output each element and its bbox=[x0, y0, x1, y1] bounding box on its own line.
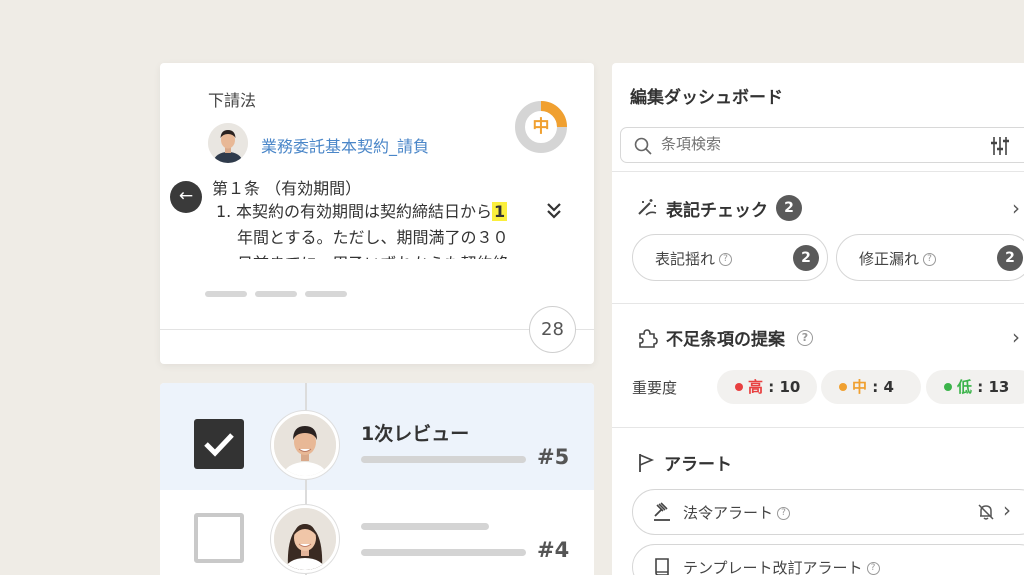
magic-wand-icon bbox=[638, 199, 657, 216]
section-title: アラート bbox=[664, 455, 732, 475]
clause-text: 日前までに、甲乙いずれからも契約終 bbox=[216, 251, 546, 259]
puzzle-icon bbox=[639, 328, 658, 348]
placeholder-bar bbox=[361, 523, 489, 530]
filter-settings-icon[interactable] bbox=[989, 135, 1011, 157]
bell-off-icon[interactable] bbox=[976, 502, 996, 522]
review-number: #4 bbox=[537, 538, 570, 562]
level-label: 高 bbox=[748, 378, 764, 396]
notation-check-header[interactable]: 表記チェック 2 bbox=[636, 195, 802, 221]
reviewer-avatar bbox=[271, 411, 339, 479]
status-dot bbox=[944, 382, 952, 391]
contract-card: 下請法 業務委託基本契約_請負 中 ← 第１条 （有効期間） 1. 本契約の有効期… bbox=[160, 63, 594, 364]
alerts-header: アラート bbox=[636, 450, 732, 475]
pill-label: 表記揺れ bbox=[655, 250, 716, 268]
page-dash[interactable] bbox=[205, 291, 247, 297]
level-value: 13 bbox=[988, 378, 1010, 396]
dashboard-title: 編集ダッシュボード bbox=[630, 88, 783, 108]
importance-label: 重要度 bbox=[632, 379, 678, 397]
importance-low-chip[interactable]: 低 : 13 bbox=[926, 370, 1024, 404]
search-icon bbox=[634, 137, 652, 155]
search-box[interactable] bbox=[620, 127, 1024, 163]
flag-icon bbox=[639, 453, 655, 472]
review-list: 1次レビュー #5 #4 bbox=[160, 383, 594, 575]
status-dot bbox=[735, 382, 743, 391]
avatar bbox=[208, 123, 248, 163]
level-value: 4 bbox=[883, 378, 894, 396]
book-icon bbox=[655, 558, 669, 575]
count-badge: 2 bbox=[776, 195, 802, 221]
placeholder-bar bbox=[361, 549, 526, 556]
importance-high-chip[interactable]: 高 : 10 bbox=[717, 370, 817, 404]
chevron-right-icon[interactable]: › bbox=[1012, 196, 1020, 220]
chevron-right-icon[interactable]: › bbox=[1003, 498, 1011, 522]
clause-text: 本契約の有効期間は契約締結日から bbox=[236, 202, 493, 221]
section-title: 不足条項の提案 bbox=[666, 330, 785, 350]
article-heading: 第１条 （有効期間） bbox=[212, 179, 362, 198]
level-label: 中 bbox=[852, 378, 868, 396]
status-dot bbox=[839, 382, 847, 391]
review-checkbox-checked[interactable] bbox=[194, 419, 244, 469]
count-badge: 2 bbox=[793, 245, 819, 271]
highlighted-term[interactable]: 1 bbox=[492, 202, 508, 221]
document-title-link[interactable]: 業務委託基本契約_請負 bbox=[261, 133, 429, 157]
notation-variation-pill[interactable]: 表記揺れ? 2 bbox=[632, 234, 828, 281]
missing-fix-pill[interactable]: 修正漏れ? 2 bbox=[836, 234, 1024, 281]
importance-medium-chip[interactable]: 中 : 4 bbox=[821, 370, 921, 404]
help-icon[interactable]: ? bbox=[777, 507, 791, 520]
page-indicator bbox=[205, 291, 347, 297]
risk-level-label: 中 bbox=[532, 117, 550, 137]
missing-clauses-header[interactable]: 不足条項の提案 ? bbox=[636, 325, 813, 350]
help-icon[interactable]: ? bbox=[797, 329, 813, 346]
article-body: 1.本契約の有効期間は契約締結日から1 年間とする。ただし、期間満了の３０ 日前… bbox=[216, 199, 546, 259]
help-icon[interactable]: ? bbox=[866, 562, 880, 575]
back-button[interactable]: ← bbox=[170, 181, 202, 213]
level-label: 低 bbox=[957, 378, 973, 396]
law-label: 下請法 bbox=[208, 91, 257, 110]
page-dash[interactable] bbox=[255, 291, 297, 297]
reviewer-avatar bbox=[271, 505, 339, 573]
pill-label: 修正漏れ bbox=[859, 250, 920, 268]
divider bbox=[612, 303, 1024, 304]
section-title: 表記チェック bbox=[666, 200, 768, 221]
divider bbox=[612, 171, 1024, 172]
divider bbox=[612, 427, 1024, 428]
edit-dashboard: 編集ダッシュボード 表記チェック 2 › 表記揺れ? 2 修正漏れ? 2 bbox=[612, 63, 1024, 575]
law-alert-pill[interactable]: 法令アラート? › bbox=[632, 489, 1024, 535]
level-value: 10 bbox=[779, 378, 801, 396]
review-checkbox-unchecked[interactable] bbox=[194, 513, 244, 563]
help-icon[interactable]: ? bbox=[719, 253, 733, 266]
count-badge: 2 bbox=[997, 245, 1023, 271]
chevron-double-down-icon[interactable] bbox=[542, 199, 566, 223]
gavel-icon bbox=[654, 502, 670, 521]
review-title: 1次レビュー bbox=[361, 423, 470, 445]
search-input[interactable] bbox=[661, 135, 961, 153]
placeholder-bar bbox=[361, 456, 526, 463]
help-icon[interactable]: ? bbox=[923, 253, 937, 266]
checkmark-icon bbox=[204, 433, 234, 457]
clause-text: 年間とする。ただし、期間満了の３０ bbox=[237, 228, 509, 247]
page-dash[interactable] bbox=[305, 291, 347, 297]
template-alert-pill[interactable]: テンプレート改訂アラート? bbox=[632, 544, 1024, 575]
alert-label: 法令アラート bbox=[683, 504, 774, 522]
clause-number: 1. bbox=[216, 202, 232, 221]
alert-label: テンプレート改訂アラート bbox=[683, 559, 863, 575]
review-number: #5 bbox=[537, 445, 570, 469]
chevron-right-icon[interactable]: › bbox=[1012, 325, 1020, 349]
page-count-badge: 28 bbox=[529, 306, 576, 353]
arrow-left-icon: ← bbox=[178, 186, 194, 206]
